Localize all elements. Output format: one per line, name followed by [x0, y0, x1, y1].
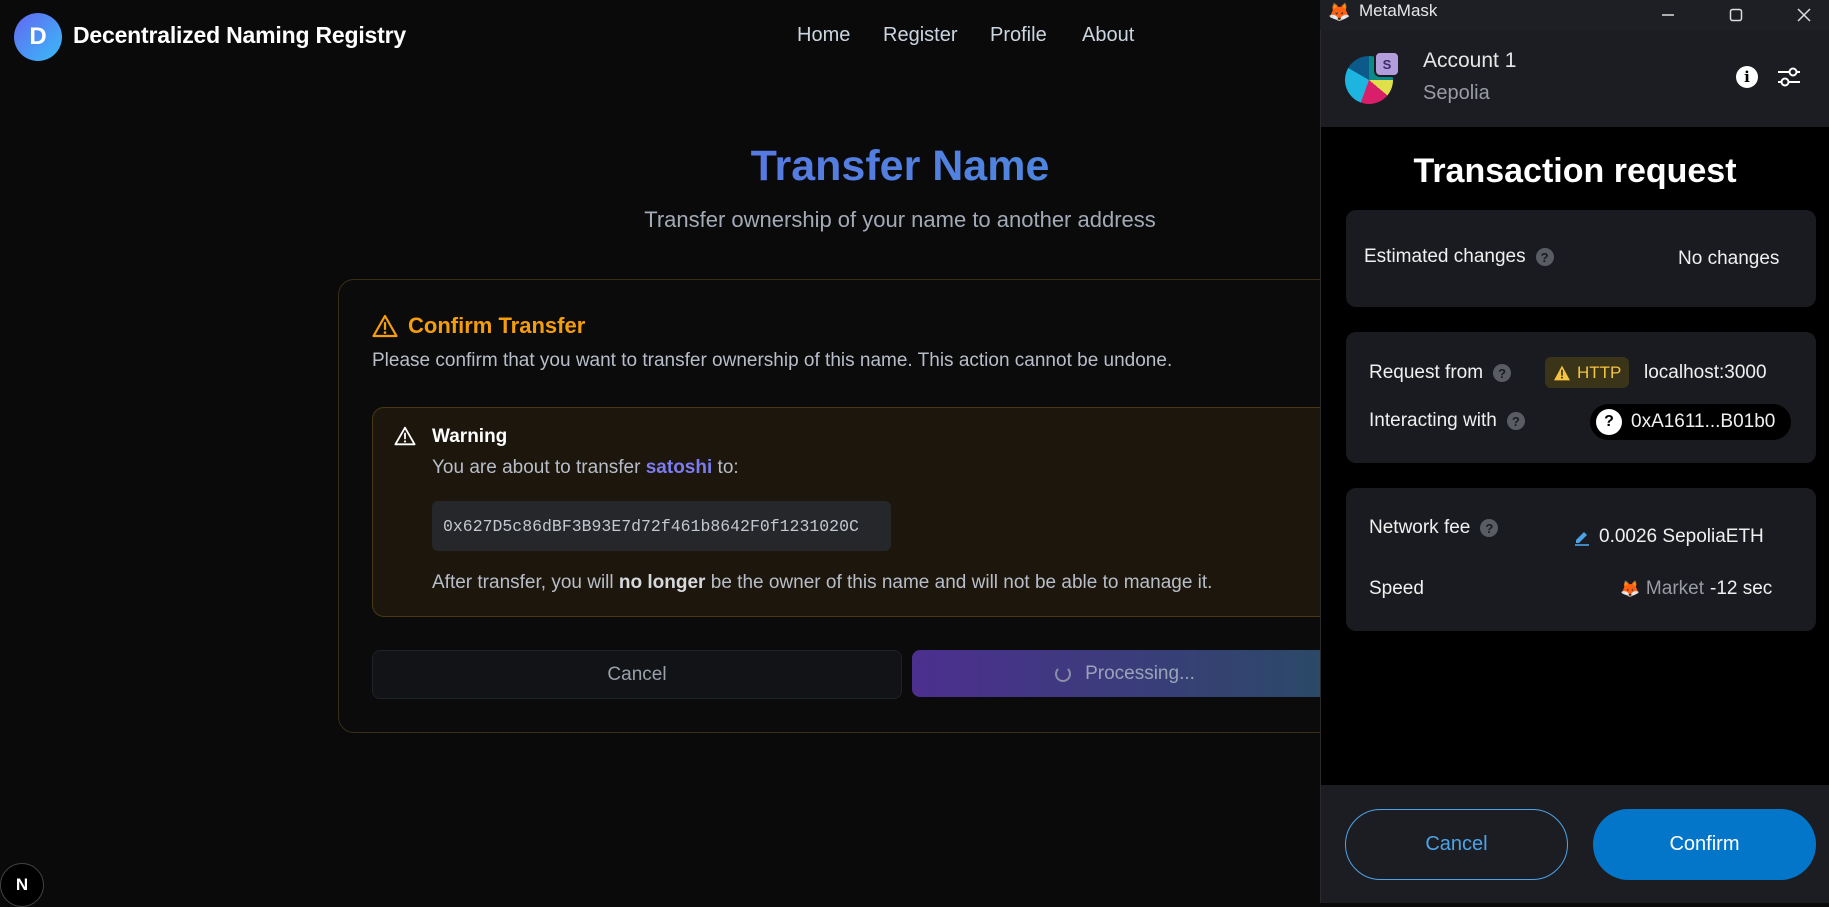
request-origin: localhost:3000: [1644, 362, 1767, 383]
nav-register[interactable]: Register: [883, 24, 957, 47]
network-fee-label: Network fee?: [1369, 517, 1499, 539]
network-badge: S: [1374, 51, 1400, 77]
estimated-changes-value: No changes: [1678, 248, 1780, 269]
estimated-changes-label: Estimated changes?: [1364, 246, 1554, 268]
cancel-button[interactable]: Cancel: [372, 650, 902, 699]
nav-about[interactable]: About: [1082, 24, 1134, 47]
recipient-address[interactable]: 0x627D5c86dBF3B93E7d72f461b8642F0f123102…: [432, 501, 891, 551]
request-from-label: Request from?: [1369, 362, 1512, 384]
help-icon[interactable]: ?: [1506, 412, 1525, 430]
help-icon[interactable]: ?: [1480, 519, 1499, 537]
minimize-icon[interactable]: [1643, 0, 1693, 30]
network-fee-value[interactable]: 0.0026 SepoliaETH: [1573, 526, 1764, 548]
http-warning-badge: HTTP: [1545, 357, 1630, 388]
edit-icon[interactable]: [1573, 528, 1591, 546]
warning-title: Warning: [432, 426, 508, 447]
warning-icon: [1554, 365, 1570, 380]
network-fee-card: [1346, 488, 1816, 631]
name-highlight: satoshi: [645, 457, 713, 478]
confirm-description: Please confirm that you want to transfer…: [372, 350, 1173, 371]
app-title[interactable]: Decentralized Naming Registry: [73, 22, 406, 49]
request-card: [1346, 332, 1816, 463]
fox-icon: 🦊: [1620, 581, 1640, 598]
speed-label: Speed: [1369, 578, 1424, 599]
after-transfer-note: After transfer, you will no longer be th…: [432, 572, 1213, 593]
speed-value: 🦊 Market -12 sec: [1620, 578, 1773, 599]
network-name: Sepolia: [1423, 82, 1490, 104]
account-name: Account 1: [1423, 49, 1517, 72]
help-icon[interactable]: ?: [1535, 248, 1554, 266]
nav-home[interactable]: Home: [797, 24, 850, 47]
close-icon[interactable]: [1779, 0, 1829, 30]
nextjs-dev-badge[interactable]: N: [0, 863, 44, 907]
confirm-title: Confirm Transfer: [372, 313, 585, 339]
maximize-icon[interactable]: [1711, 0, 1761, 30]
processing-button[interactable]: Processing...: [912, 650, 1338, 697]
unknown-contract-icon: ?: [1596, 409, 1622, 435]
spinner-icon: [1055, 665, 1072, 682]
metamask-fox-icon: 🦊: [1328, 2, 1351, 22]
sliders-icon[interactable]: [1776, 64, 1802, 95]
interacting-with-label: Interacting with?: [1369, 410, 1525, 432]
help-icon[interactable]: ?: [1493, 364, 1512, 382]
nav-profile[interactable]: Profile: [990, 24, 1047, 47]
metamask-window-title: MetaMask: [1359, 1, 1438, 20]
metamask-confirm-button[interactable]: Confirm: [1593, 809, 1816, 880]
transaction-request-title: Transaction request: [1413, 152, 1737, 190]
app-logo[interactable]: D: [14, 13, 62, 61]
warning-icon: [394, 426, 416, 451]
warning-message: You are about to transfer satoshi to:: [432, 457, 739, 478]
warning-triangle-icon: [372, 314, 398, 338]
contract-address-pill[interactable]: ? 0xA1611...B01b0: [1590, 404, 1791, 440]
info-icon[interactable]: i: [1736, 66, 1758, 88]
metamask-cancel-button[interactable]: Cancel: [1345, 809, 1568, 880]
